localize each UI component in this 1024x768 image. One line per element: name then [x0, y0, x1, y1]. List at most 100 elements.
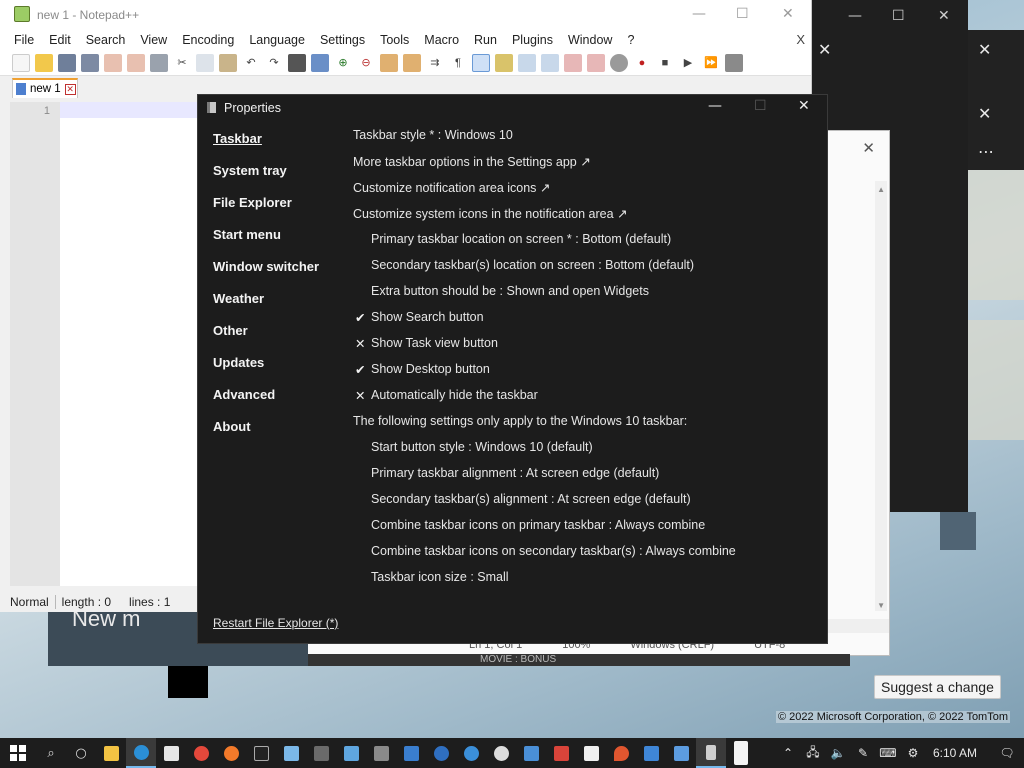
nav-start-menu[interactable]: Start menu — [213, 227, 281, 242]
find-icon[interactable] — [288, 53, 306, 72]
nav-system-tray[interactable]: System tray — [213, 163, 287, 178]
menu-search[interactable]: Search — [86, 33, 126, 47]
edge-browser-icon[interactable] — [126, 738, 156, 768]
nav-weather[interactable]: Weather — [213, 291, 264, 306]
camera-icon[interactable] — [366, 738, 396, 768]
doc-switcher-icon[interactable] — [587, 53, 605, 72]
function-list-icon[interactable] — [495, 53, 513, 72]
network-icon[interactable] — [396, 738, 426, 768]
copy-icon[interactable] — [196, 53, 214, 72]
monitoring-icon[interactable] — [564, 53, 582, 72]
option-start-button-style[interactable]: Start button style : Windows 10 (default… — [371, 440, 593, 454]
menu-settings[interactable]: Settings — [320, 33, 365, 47]
save-icon[interactable] — [58, 53, 76, 72]
menu-tools[interactable]: Tools — [380, 33, 409, 47]
notepad-icon[interactable] — [276, 738, 306, 768]
calculator-icon[interactable] — [306, 738, 336, 768]
paste-icon[interactable] — [219, 53, 237, 72]
scroll-down-icon[interactable]: ▼ — [877, 601, 885, 610]
option-secondary-alignment[interactable]: Secondary taskbar(s) alignment : At scre… — [371, 492, 691, 506]
menu-macro[interactable]: Macro — [424, 33, 459, 47]
remote-desktop-icon[interactable] — [666, 738, 696, 768]
sync-vertical-icon[interactable] — [380, 53, 398, 72]
scroll-up-icon[interactable]: ▲ — [877, 185, 885, 194]
document-map-icon[interactable] — [541, 53, 559, 72]
menu-help[interactable]: ? — [627, 33, 634, 47]
volume-icon[interactable]: 🔈 — [827, 746, 849, 760]
task-view-icon[interactable]: ○ — [66, 738, 96, 768]
network-tray-icon[interactable]: 🖧 — [802, 743, 824, 764]
settings-gear-app-icon[interactable] — [576, 738, 606, 768]
option-show-desktop[interactable]: ✔ Show Desktop button — [355, 362, 490, 377]
document-close-button[interactable]: X — [796, 32, 805, 47]
close-icon[interactable]: ✕ — [938, 8, 950, 24]
notifications-icon[interactable]: 🗨 — [990, 746, 1024, 760]
print-icon[interactable] — [150, 53, 168, 72]
redo-icon[interactable]: ↷ — [265, 54, 283, 72]
option-auto-hide[interactable]: ✕ Automatically hide the taskbar — [355, 388, 538, 403]
option-notification-icons-link[interactable]: Customize notification area icons ↗ — [353, 180, 550, 195]
menu-encoding[interactable]: Encoding — [182, 33, 234, 47]
show-all-characters-icon[interactable]: ¶ — [449, 54, 467, 72]
minimize-icon[interactable]: — — [692, 6, 706, 22]
menu-file[interactable]: File — [14, 33, 34, 47]
maximize-icon[interactable]: ☐ — [892, 8, 905, 24]
pen-icon[interactable]: ✎ — [852, 746, 874, 760]
option-extra-button[interactable]: Extra button should be : Shown and open … — [371, 284, 649, 298]
close-file-icon[interactable] — [104, 53, 122, 72]
close-icon[interactable]: ✕ — [862, 139, 875, 157]
option-primary-location[interactable]: Primary taskbar location on screen * : B… — [371, 232, 671, 246]
properties-app-taskbar-icon[interactable] — [696, 738, 726, 768]
close-icon[interactable]: ✕ — [798, 98, 810, 114]
menu-window[interactable]: Window — [568, 33, 612, 47]
word-wrap-icon[interactable]: ⇉ — [426, 54, 444, 72]
suggest-change-button[interactable]: Suggest a change — [874, 675, 1001, 699]
keyboard-icon[interactable]: ⌨ — [877, 746, 899, 760]
option-system-icons-link[interactable]: Customize system icons in the notificati… — [353, 206, 627, 221]
presentation-icon[interactable] — [546, 738, 576, 768]
media-player-icon[interactable] — [486, 738, 516, 768]
nav-taskbar[interactable]: Taskbar — [213, 131, 262, 146]
close-icon[interactable]: ✕ — [818, 40, 831, 59]
option-show-task-view[interactable]: ✕ Show Task view button — [355, 336, 498, 351]
nav-other[interactable]: Other — [213, 323, 248, 338]
indent-guide-icon[interactable] — [472, 53, 490, 72]
clock[interactable]: 6:10 AM — [927, 746, 987, 760]
chrome-icon[interactable] — [186, 738, 216, 768]
save-macro-icon[interactable] — [725, 53, 743, 72]
help-icon[interactable] — [426, 738, 456, 768]
replace-icon[interactable] — [311, 53, 329, 72]
restart-explorer-link[interactable]: Restart File Explorer (*) — [213, 616, 338, 630]
play-macro-icon[interactable]: ▶ — [679, 54, 697, 72]
sync-horizontal-icon[interactable] — [403, 53, 421, 72]
nav-file-explorer[interactable]: File Explorer — [213, 195, 292, 210]
search-icon[interactable]: ⌕ — [36, 738, 66, 768]
option-icon-size[interactable]: Taskbar icon size : Small — [371, 570, 509, 584]
nav-updates[interactable]: Updates — [213, 355, 264, 370]
run-macro-multiple-icon[interactable]: ⏩ — [702, 54, 720, 72]
zoom-in-icon[interactable]: ⊕ — [334, 54, 352, 72]
zoom-out-icon[interactable]: ⊖ — [357, 54, 375, 72]
option-combine-secondary[interactable]: Combine taskbar icons on secondary taskb… — [371, 544, 736, 558]
vertical-scrollbar[interactable] — [875, 181, 887, 611]
xbox-icon[interactable] — [456, 738, 486, 768]
close-icon[interactable]: ✕ — [782, 6, 794, 22]
nav-window-switcher[interactable]: Window switcher — [213, 259, 319, 274]
menu-run[interactable]: Run — [474, 33, 497, 47]
show-hidden-icons-icon[interactable]: ⌃ — [777, 746, 799, 760]
tab-new-1[interactable]: new 1 ✕ — [12, 78, 78, 98]
menu-language[interactable]: Language — [249, 33, 305, 47]
option-primary-alignment[interactable]: Primary taskbar alignment : At screen ed… — [371, 466, 659, 480]
cut-icon[interactable]: ✂ — [173, 54, 191, 72]
spreadsheet-icon[interactable] — [336, 738, 366, 768]
option-combine-primary[interactable]: Combine taskbar icons on primary taskbar… — [371, 518, 705, 532]
tab-close-icon[interactable]: ✕ — [64, 83, 76, 95]
comment-icon[interactable] — [610, 53, 628, 72]
dialog-title-bar[interactable]: Properties — ☐ ✕ — [198, 95, 827, 121]
open-file-icon[interactable] — [35, 53, 53, 72]
option-taskbar-style[interactable]: Taskbar style * : Windows 10 — [353, 128, 513, 142]
nav-about[interactable]: About — [213, 419, 251, 434]
option-show-search[interactable]: ✔ Show Search button — [355, 310, 484, 325]
close-icon[interactable]: ✕ — [978, 104, 991, 123]
undo-icon[interactable]: ↶ — [242, 54, 260, 72]
